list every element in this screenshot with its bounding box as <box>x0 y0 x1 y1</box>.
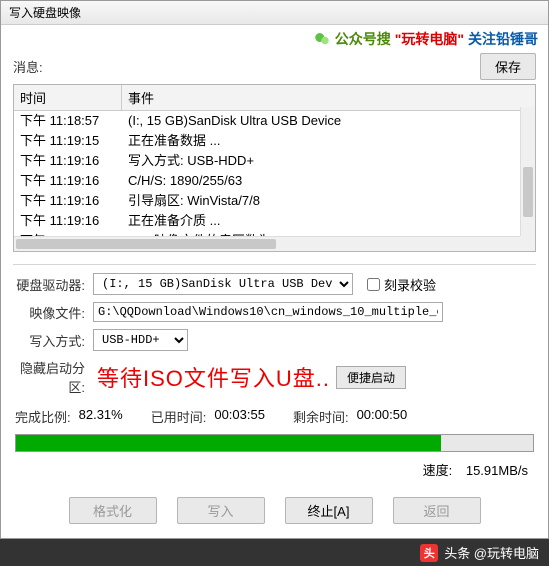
quick-boot-button[interactable]: 便捷启动 <box>336 366 406 389</box>
elapsed-value: 00:03:55 <box>214 407 265 426</box>
messages-label: 消息: <box>13 57 480 76</box>
log-time: 下午 11:19:15 <box>14 131 122 151</box>
back-button[interactable]: 返回 <box>393 497 481 524</box>
log-row: 下午 11:19:16C/H/S: 1890/255/63 <box>14 171 535 191</box>
log-panel: 时间 事件 下午 11:18:57(I:, 15 GB)SanDisk Ultr… <box>13 84 536 252</box>
title-bar: 写入硬盘映像 <box>1 1 548 25</box>
pct-value: 82.31% <box>79 407 123 426</box>
log-event: 写入方式: USB-HDD+ <box>122 151 535 171</box>
log-time: 下午 11:19:16 <box>14 191 122 211</box>
image-path-input[interactable] <box>93 302 443 322</box>
log-time: 下午 11:19:16 <box>14 151 122 171</box>
speed-value: 15.91MB/s <box>466 463 528 478</box>
scrollbar-horizontal[interactable] <box>14 236 520 251</box>
remain-value: 00:00:50 <box>357 407 408 426</box>
mode-label: 写入方式: <box>15 331 93 350</box>
save-button[interactable]: 保存 <box>480 53 536 80</box>
drive-label: 硬盘驱动器: <box>15 275 93 294</box>
progress-bar <box>15 434 534 452</box>
format-button[interactable]: 格式化 <box>69 497 157 524</box>
log-time: 下午 11:19:16 <box>14 171 122 191</box>
log-time: 下午 11:18:57 <box>14 111 122 131</box>
log-time: 下午 11:19:16 <box>14 211 122 231</box>
footer: 头 头条 @玩转电脑 <box>0 539 549 566</box>
log-row: 下午 11:19:16正在准备介质 ... <box>14 211 535 231</box>
scrollbar-vertical[interactable] <box>520 107 535 236</box>
elapsed-label: 已用时间: <box>151 407 207 426</box>
verify-checkbox[interactable]: 刻录校验 <box>367 275 436 294</box>
log-event: C/H/S: 1890/255/63 <box>122 171 535 191</box>
write-mode-select[interactable]: USB-HDD+ <box>93 329 188 351</box>
wechat-icon <box>313 30 331 48</box>
log-row: 下午 11:19:16引导扇区: WinVista/7/8 <box>14 191 535 211</box>
pct-label: 完成比例: <box>15 407 71 426</box>
col-event: 事件 <box>122 85 535 110</box>
drive-select[interactable]: (I:, 15 GB)SanDisk Ultra USB Device <box>93 273 353 295</box>
hide-partition-label: 隐藏启动分区: <box>15 358 93 396</box>
abort-button[interactable]: 终止[A] <box>285 497 373 524</box>
log-row: 下午 11:19:15正在准备数据 ... <box>14 131 535 151</box>
banner-text-2: "玩转电脑" <box>395 29 464 49</box>
progress-info: 完成比例: 82.31% 已用时间: 00:03:55 剩余时间: 00:00:… <box>1 403 548 430</box>
log-event: (I:, 15 GB)SanDisk Ultra USB Device <box>122 111 535 131</box>
col-time: 时间 <box>14 85 122 110</box>
progress-fill <box>16 435 441 451</box>
overlay-annotation: 等待ISO文件写入U盘.. <box>97 361 330 393</box>
speed-label: 速度: <box>423 463 453 478</box>
log-row: 下午 11:19:16写入方式: USB-HDD+ <box>14 151 535 171</box>
log-row: 下午 11:18:57(I:, 15 GB)SanDisk Ultra USB … <box>14 111 535 131</box>
toutiao-icon: 头 <box>420 544 438 562</box>
log-event: 正在准备数据 ... <box>122 131 535 151</box>
footer-brand: 头条 @玩转电脑 <box>444 543 539 562</box>
write-button[interactable]: 写入 <box>177 497 265 524</box>
window-title: 写入硬盘映像 <box>9 4 81 21</box>
log-header: 时间 事件 <box>14 85 535 111</box>
remain-label: 剩余时间: <box>293 407 349 426</box>
image-label: 映像文件: <box>15 303 93 322</box>
log-event: 正在准备介质 ... <box>122 211 535 231</box>
promo-banner: 公众号搜 "玩转电脑" 关注铅锤哥 <box>1 25 548 51</box>
banner-text-3: 关注铅锤哥 <box>468 29 538 49</box>
log-event: 引导扇区: WinVista/7/8 <box>122 191 535 211</box>
banner-text-1: 公众号搜 <box>335 29 391 49</box>
